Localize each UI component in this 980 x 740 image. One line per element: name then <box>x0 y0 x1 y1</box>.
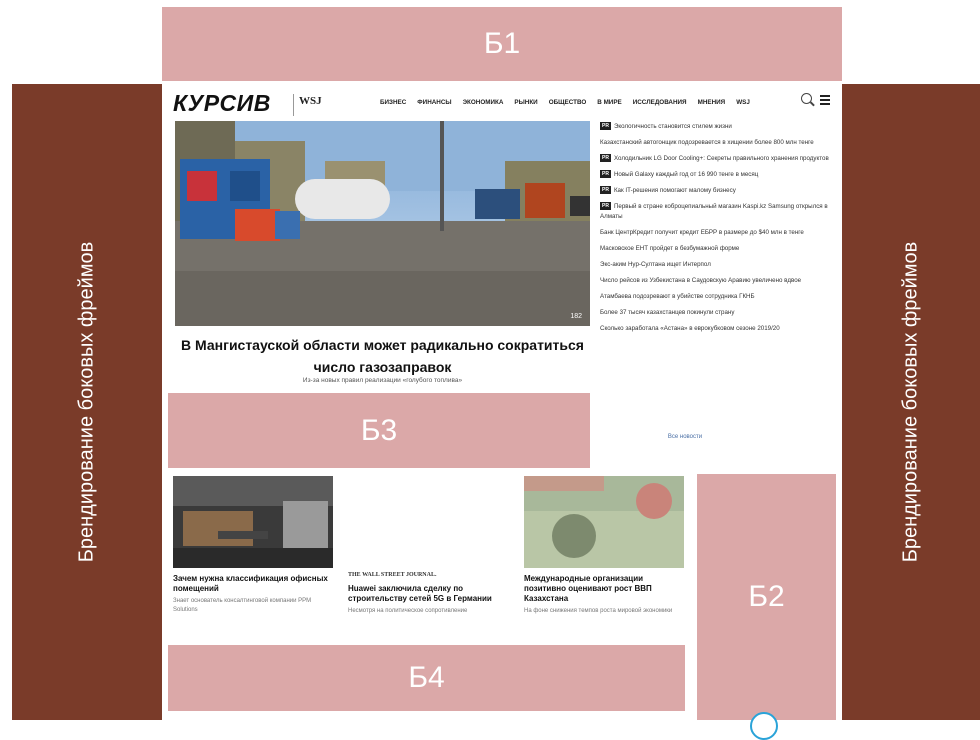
nav-item-finance[interactable]: ФИНАНСЫ <box>417 99 451 106</box>
card-title: Международные организации позитивно оцен… <box>524 574 652 603</box>
pr-badge: PR <box>600 170 611 179</box>
side-branding-left[interactable]: Брендирование боковых фреймов <box>12 84 162 720</box>
hero-image[interactable]: 182 <box>175 121 590 326</box>
photo-count: 182 <box>570 313 582 320</box>
side-branding-left-label: Брендирование боковых фреймов <box>75 241 98 563</box>
pr-badge: PR <box>600 154 611 163</box>
pr-badge: PR <box>600 122 611 131</box>
card-title: Huawei заключила сделку по строительству… <box>348 584 492 603</box>
card-title: Зачем нужна классификация офисных помеще… <box>173 574 328 593</box>
gas-station-photo <box>175 121 590 326</box>
wsj-logo[interactable]: WSJ <box>299 95 322 107</box>
all-news-link[interactable]: Все новости <box>600 434 770 440</box>
list-item[interactable]: PR Новый Galaxy каждый год от 16 990 тенг… <box>600 170 836 180</box>
nav-item-business[interactable]: БИЗНЕС <box>380 99 406 106</box>
list-item[interactable]: Экс-аким Нур-Султана ищет Интерпол <box>600 260 836 270</box>
banner-b1[interactable]: Б1 <box>162 7 842 81</box>
banner-b3[interactable]: Б3 <box>168 393 590 468</box>
nav-item-world[interactable]: В МИРЕ <box>597 99 621 106</box>
list-item[interactable]: Сколько заработала «Астана» в еврокубков… <box>600 324 836 334</box>
wsj-source-logo: THE WALL STREET JOURNAL. <box>348 572 437 578</box>
nav-item-wsj[interactable]: WSJ <box>736 99 750 106</box>
card-text: Знает основатель консалтинговой компании… <box>173 598 312 613</box>
site-header: КУРСИВ WSJ БИЗНЕС ФИНАНСЫ ЭКОНОМИКА РЫНК… <box>162 84 842 122</box>
banner-b4[interactable]: Б4 <box>168 645 685 711</box>
site-logo[interactable]: КУРСИВ <box>173 90 271 117</box>
menu-icon[interactable] <box>820 95 830 105</box>
banknotes-photo <box>524 476 684 568</box>
banner-b1-label: Б1 <box>483 27 521 60</box>
article-card-huawei[interactable]: THE WALL STREET JOURNAL. Huawei заключил… <box>348 572 518 616</box>
search-icon[interactable] <box>801 93 812 104</box>
list-item[interactable]: Казахстанский автогонщик подозревается в… <box>600 138 836 148</box>
list-item[interactable]: Масковское ЕНТ пройдет в безбумажной фор… <box>600 244 836 254</box>
list-item[interactable]: Число рейсов из Узбекистана в Саудовскую… <box>600 276 836 286</box>
list-item[interactable]: Банк ЦентрКредит получит кредит ЕБРР в р… <box>600 228 836 238</box>
banner-b2[interactable]: Б2 <box>697 474 836 720</box>
card-text: Несмотря на политическое сопротивление <box>348 608 468 614</box>
list-item[interactable]: PR Как IT-решения помогают малому бизнесу <box>600 186 836 196</box>
article-card-office[interactable]: Зачем нужна классификация офисных помеще… <box>173 476 333 615</box>
nav-item-markets[interactable]: РЫНКИ <box>514 99 537 106</box>
list-item[interactable]: Атамбаева подозревают в убийстве сотрудн… <box>600 292 836 302</box>
scroll-top-icon[interactable] <box>750 712 778 740</box>
banner-b3-label: Б3 <box>360 413 398 447</box>
logo-divider <box>293 94 294 116</box>
side-branding-right-label: Брендирование боковых фреймов <box>899 241 922 563</box>
list-item[interactable]: Более 37 тысяч казахстанцев покинули стр… <box>600 308 836 318</box>
list-item[interactable]: PR Экологичность становится стилем жизни <box>600 122 836 132</box>
hero-subline: Из-за новых правил реализации «голубого … <box>302 377 463 384</box>
pr-badge: PR <box>600 202 611 211</box>
pr-badge: PR <box>600 186 611 195</box>
banner-b4-label: Б4 <box>408 661 445 694</box>
nav-item-economy[interactable]: ЭКОНОМИКА <box>463 99 504 106</box>
nav-item-society[interactable]: ОБЩЕСТВО <box>549 99 587 106</box>
office-photo <box>173 476 333 568</box>
hero-headline[interactable]: В Мангистауской области может радикально… <box>175 334 590 378</box>
list-item[interactable]: PR Первый в стране коброцепиальный магази… <box>600 202 836 222</box>
nav-item-opinions[interactable]: МНЕНИЯ <box>698 99 726 106</box>
news-list: PR Экологичность становится стилем жизни … <box>600 122 836 340</box>
side-branding-right[interactable]: Брендирование боковых фреймов <box>842 84 980 720</box>
nav-item-research[interactable]: ИССЛЕДОВАНИЯ <box>633 99 687 106</box>
main-nav: БИЗНЕС ФИНАНСЫ ЭКОНОМИКА РЫНКИ ОБЩЕСТВО … <box>380 99 750 106</box>
article-card-gdp[interactable]: Международные организации позитивно оцен… <box>524 476 684 616</box>
list-item[interactable]: PR Холодильник LG Door Cooling+: Секреты … <box>600 154 836 164</box>
card-text: На фоне снижения темпов роста мировой эк… <box>524 608 673 614</box>
banner-b2-label: Б2 <box>748 580 785 613</box>
